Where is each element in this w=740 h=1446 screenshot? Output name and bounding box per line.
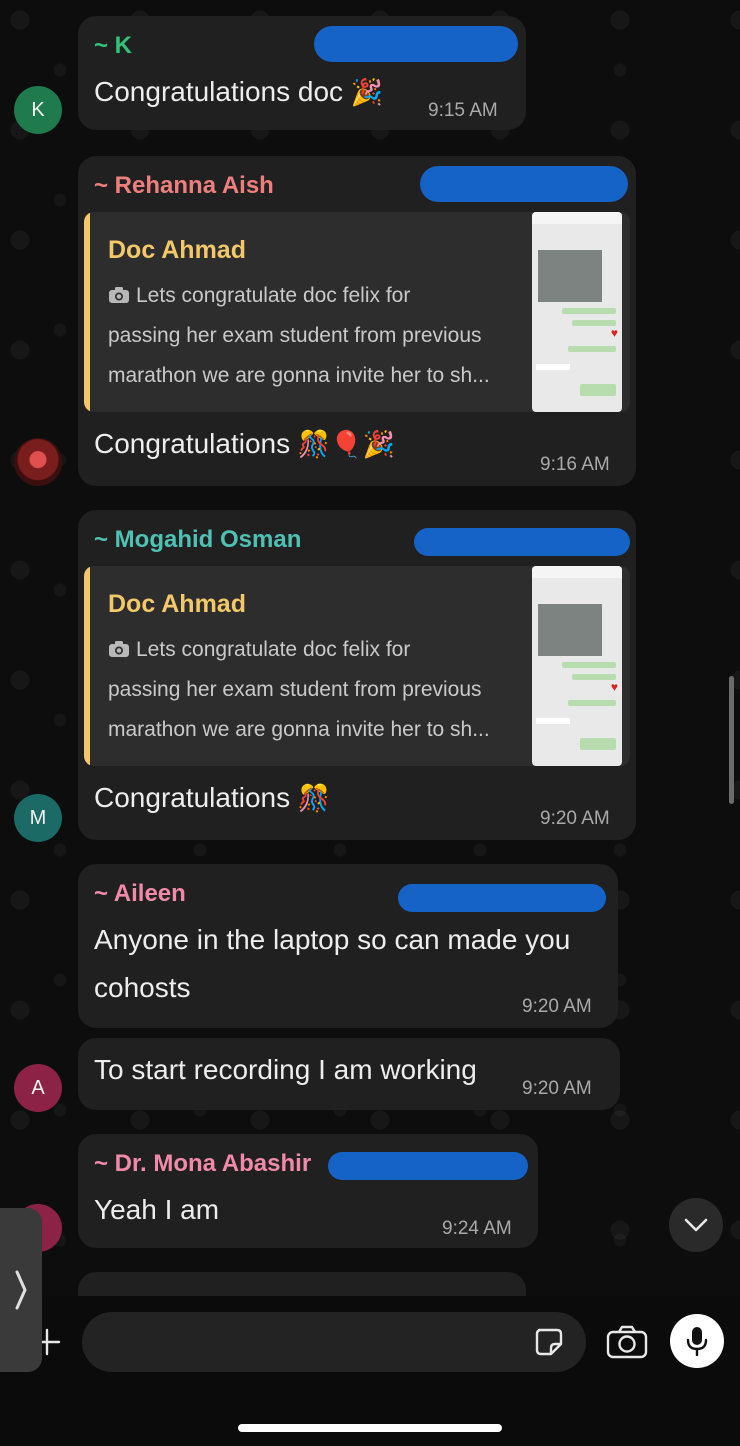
side-tab[interactable] [0,1208,42,1372]
message-bubble-aileen-2[interactable]: To start recording I am working 9:20 AM [78,1038,620,1110]
redacted-phone [328,1152,528,1180]
quoted-message[interactable]: Doc Ahmad Lets congratulate doc felix fo… [84,566,630,766]
quote-author: Doc Ahmad [108,236,246,264]
avatar-initial: A [31,1076,45,1099]
redacted-phone [420,166,628,202]
party-popper-emoji: 🎉 [350,77,384,107]
sender-name[interactable]: ~ K [94,32,132,60]
message-text-content: Congratulations [94,782,291,813]
message-bubble-rehanna[interactable]: ~ Rehanna Aish Doc Ahmad Lets congratula… [78,156,636,486]
sender-name[interactable]: ~ Mogahid Osman [94,526,301,554]
message-text: Congratulations doc 🎉 [94,76,383,108]
quote-line: Lets congratulate doc felix for [108,284,410,308]
celebration-emoji: 🎊🎈🎉 [297,429,396,459]
avatar-mogahid[interactable]: M [14,794,62,842]
scrollbar[interactable] [729,676,734,804]
quote-author: Doc Ahmad [108,590,246,618]
sender-name[interactable]: ~ Aileen [94,880,186,908]
avatar-k[interactable]: K [14,86,62,134]
message-text: Yeah I am [94,1194,220,1225]
message-text: Congratulations 🎊🎈🎉 [94,428,395,460]
quote-thumbnail: ♥ [532,566,622,766]
message-text-line1: Anyone in the laptop so can made you [94,924,571,955]
redacted-phone [398,884,606,912]
confetti-emoji: 🎊 [297,783,331,813]
message-text: To start recording I am working [94,1054,477,1085]
sender-name[interactable]: ~ Rehanna Aish [94,172,274,200]
quote-accent-bar [84,212,90,412]
camera-icon [109,641,129,657]
message-bubble-mogahid[interactable]: ~ Mogahid Osman Doc Ahmad Lets congratul… [78,510,636,840]
message-time: 9:20 AM [522,1078,592,1099]
quote-line: passing her exam student from previous [108,324,482,347]
quote-line: passing her exam student from previous [108,678,482,701]
quote-thumbnail: ♥ [532,212,622,412]
microphone-button[interactable] [670,1314,724,1368]
camera-button[interactable] [604,1320,650,1364]
message-text-content: Congratulations [94,428,291,459]
avatar-aileen[interactable]: A [14,1064,62,1112]
camera-icon [109,287,129,303]
avatar-initial: K [31,98,45,121]
redacted-phone [314,26,518,62]
message-time: 9:15 AM [428,100,498,121]
message-bubble-mona[interactable]: ~ Dr. Mona Abashir Yeah I am 9:24 AM [78,1134,538,1248]
avatar-initial: M [29,806,47,829]
chevron-right-icon [15,1270,27,1310]
camera-icon [606,1325,648,1359]
sticker-button[interactable] [530,1324,568,1360]
avatar-rehanna[interactable] [14,438,62,486]
quote-line: marathon we are gonna invite her to sh..… [108,718,490,741]
message-time: 9:24 AM [442,1218,512,1239]
message-bubble-k[interactable]: ~ K Congratulations doc 🎉 9:15 AM [78,16,526,130]
message-text-content: Congratulations doc [94,76,344,107]
message-time: 9:20 AM [540,808,610,829]
quote-line: Lets congratulate doc felix for [108,638,410,662]
message-text-line2: cohosts [94,972,191,1003]
redacted-phone [414,528,630,556]
home-indicator[interactable] [238,1424,502,1432]
message-time: 9:20 AM [522,996,592,1017]
sender-name[interactable]: ~ Dr. Mona Abashir [94,1150,311,1178]
quoted-message[interactable]: Doc Ahmad Lets congratulate doc felix fo… [84,212,630,412]
scroll-down-button[interactable] [669,1198,723,1252]
message-time: 9:16 AM [540,454,610,475]
chevron-down-icon [684,1218,708,1232]
message-input[interactable] [82,1312,586,1372]
quote-accent-bar [84,566,90,766]
quote-line-text: Lets congratulate doc felix for [136,638,411,661]
quote-line: marathon we are gonna invite her to sh..… [108,364,490,387]
quote-line-text: Lets congratulate doc felix for [136,284,411,307]
message-text: Congratulations 🎊 [94,782,330,814]
message-bubble-aileen[interactable]: ~ Aileen Anyone in the laptop so can mad… [78,864,618,1028]
sticker-icon [535,1328,563,1356]
microphone-icon [686,1327,708,1356]
